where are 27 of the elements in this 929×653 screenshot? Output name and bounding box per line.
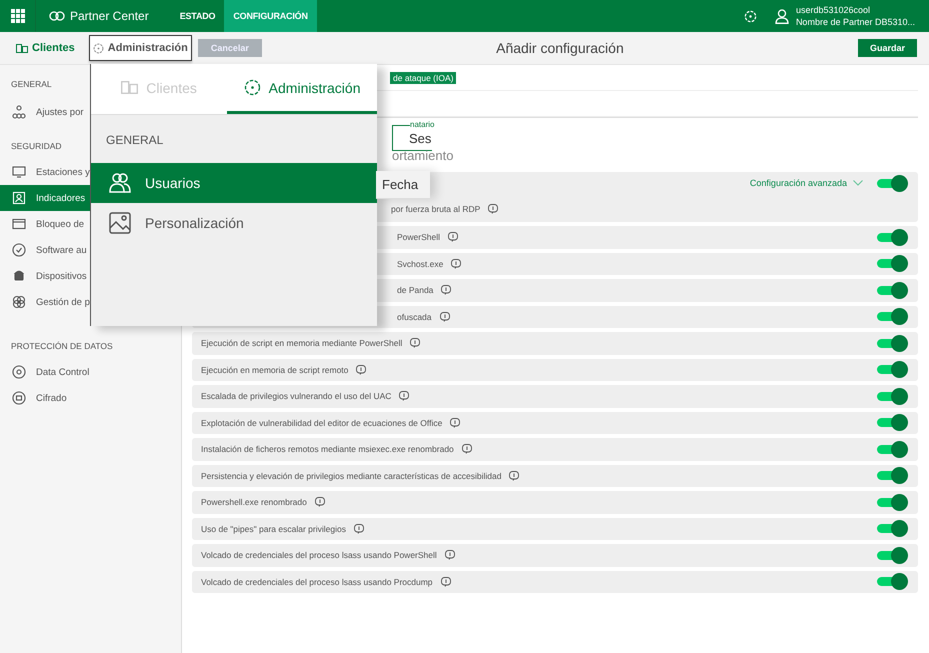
- field-label: natario: [410, 120, 434, 129]
- rule-label: por fuerza bruta al RDP: [391, 204, 480, 214]
- rule-label: Svchost.exe: [397, 258, 444, 269]
- page-title: Añadir configuración: [495, 40, 625, 56]
- rule-label: Explotación de vulnerabilidad del editor de ecuaciones de Office: [201, 418, 442, 428]
- rule-label: de Panda: [397, 285, 434, 296]
- column-header: Fecha: [376, 171, 430, 199]
- partner-name: Nombre de Partner DB5310...: [796, 16, 915, 28]
- section-heading: ortamiento: [392, 148, 454, 163]
- panel-heading: GENERAL: [105, 132, 164, 149]
- rule-label: Persistencia y elevación de privilegios mediante características de accesibilidad: [201, 470, 502, 481]
- rule-label: Volcado de credenciales del proceso lsass usando PowerShell: [201, 550, 437, 560]
- rule-label: Escalada de privilegios vulnerando el uso del UAC: [201, 391, 392, 402]
- app-title: Partner Center: [70, 9, 149, 23]
- rule-label: Instalación de ficheros remotos mediante msiexec.exe renombrado: [201, 444, 454, 454]
- sidebar-heading: PROTECCIÓN DE DATOS: [11, 341, 113, 351]
- sidebar-heading: SEGURIDAD: [11, 141, 62, 151]
- rule-label: Powershell.exe renombrado: [201, 497, 307, 508]
- rule-label: Uso de "pipes" para escalar privilegios: [201, 524, 346, 534]
- rule-label: PowerShell: [397, 232, 440, 242]
- rule-label: ofuscada: [397, 312, 432, 322]
- category-tag: de ataque (IOA): [390, 72, 456, 84]
- user-name: userdb531026cool: [796, 4, 871, 16]
- rule-label: Ejecución en memoria de script remoto: [201, 364, 348, 375]
- rule-label: Volcado de credenciales del proceso lsass usando Procdump: [201, 576, 433, 587]
- rule-label: Ejecución de script en memoria mediante PowerShell: [201, 338, 402, 348]
- sidebar-heading: GENERAL: [11, 79, 52, 89]
